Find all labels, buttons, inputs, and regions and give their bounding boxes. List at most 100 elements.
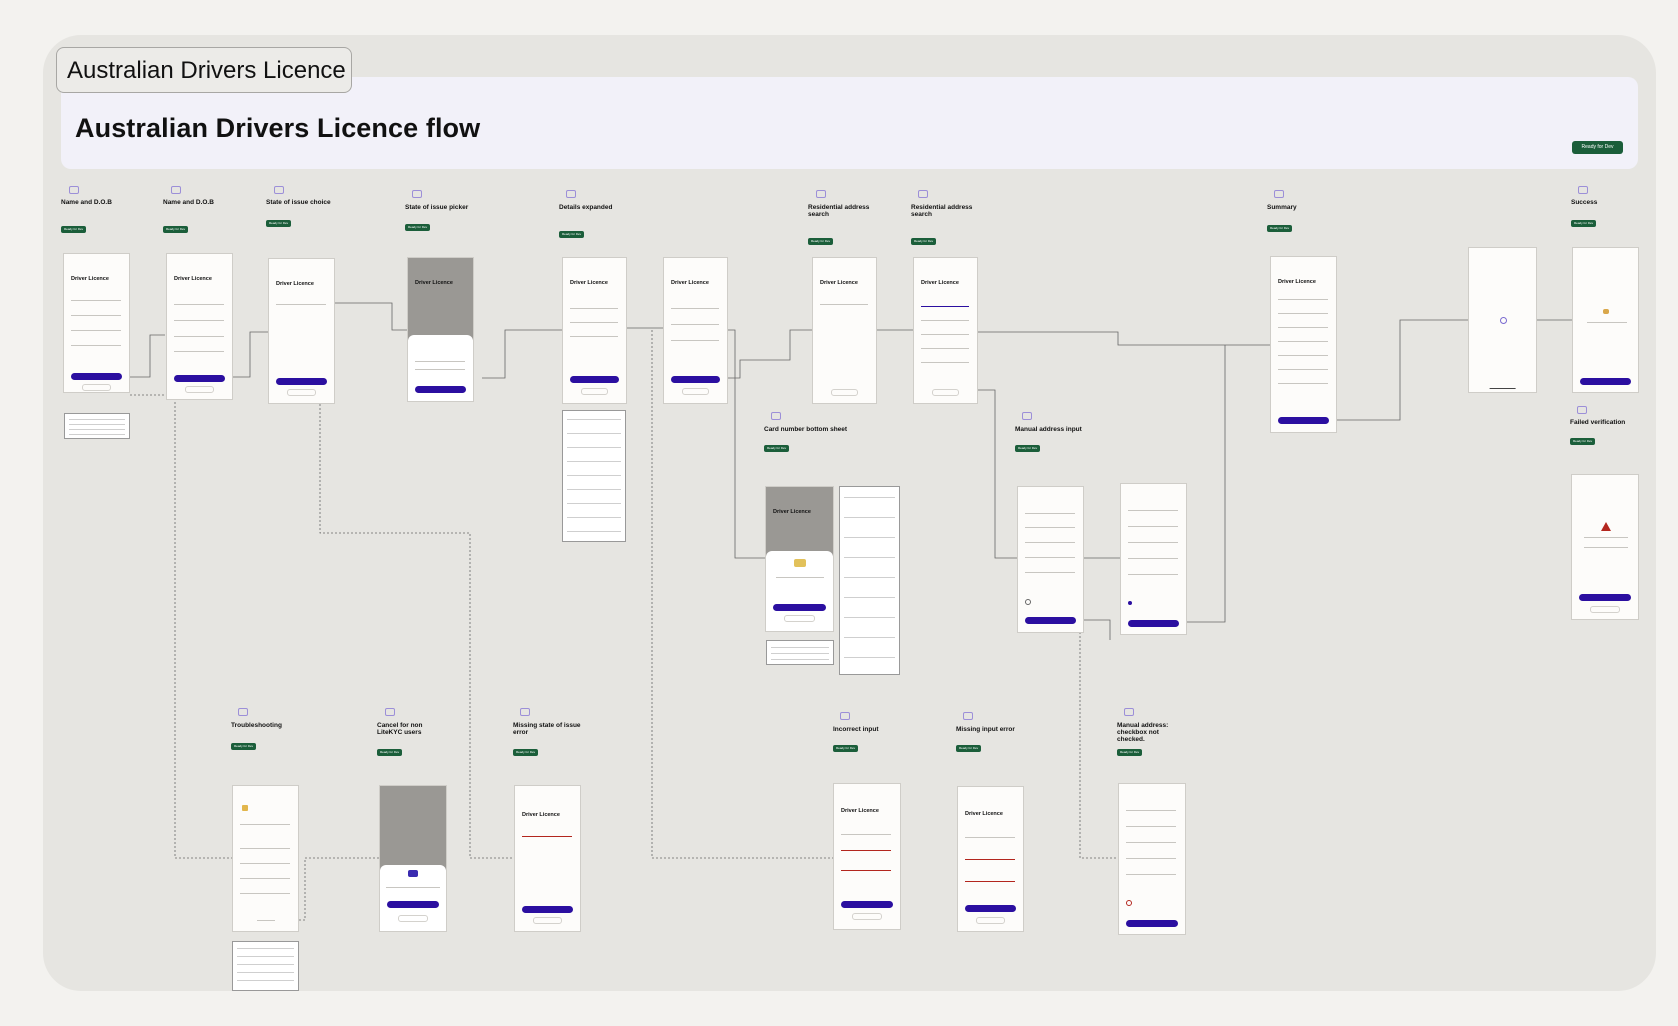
input-field-error[interactable] <box>965 859 1015 860</box>
input-field[interactable] <box>671 324 719 325</box>
help-link[interactable] <box>976 917 1005 924</box>
help-link[interactable] <box>1590 606 1620 613</box>
screen-cancel-non-litekyc[interactable] <box>379 785 447 932</box>
continue-button[interactable] <box>570 376 619 383</box>
screen-failed-verification[interactable] <box>1571 474 1639 620</box>
continue-button[interactable] <box>965 905 1016 912</box>
screen-success[interactable] <box>1572 247 1639 393</box>
done-button[interactable] <box>1128 620 1179 627</box>
screen-address-search-1[interactable]: Driver Licence <box>812 257 877 404</box>
suburb-input[interactable] <box>1128 542 1178 543</box>
confirm-checkbox[interactable] <box>1128 601 1132 605</box>
input-field[interactable] <box>671 308 719 309</box>
screen-name-dob-2[interactable]: Driver Licence <box>166 253 233 400</box>
suburb-input[interactable] <box>1126 842 1176 843</box>
postcode-input[interactable] <box>1025 572 1075 573</box>
skip-link[interactable] <box>398 915 428 922</box>
input-field[interactable] <box>174 351 224 352</box>
input-field[interactable] <box>71 330 121 331</box>
continue-button[interactable] <box>671 376 720 383</box>
cancel-link[interactable] <box>257 920 275 921</box>
help-link[interactable] <box>533 917 562 924</box>
screen-manual-address-unchecked[interactable] <box>1118 783 1186 935</box>
screen-name-dob-1[interactable]: Driver Licence <box>63 253 130 393</box>
input-field-error[interactable] <box>841 850 891 851</box>
help-link[interactable] <box>82 384 111 391</box>
state-dropdown[interactable] <box>522 836 572 837</box>
input-field-error[interactable] <box>965 881 1015 882</box>
continue-button[interactable] <box>276 378 327 385</box>
got-it-button[interactable] <box>773 604 826 611</box>
address-search-input[interactable] <box>921 306 969 307</box>
screen-details-filled[interactable]: Driver Licence <box>663 257 728 404</box>
tip-row[interactable] <box>240 848 290 849</box>
suburb-input[interactable] <box>1025 542 1075 543</box>
go-back-button[interactable] <box>387 901 439 908</box>
help-link[interactable] <box>852 913 882 920</box>
confirm-button[interactable] <box>1278 417 1329 424</box>
help-link[interactable] <box>287 389 316 396</box>
screen-troubleshooting[interactable] <box>232 785 299 932</box>
screen-missing-input-error[interactable]: Driver Licence <box>957 786 1024 932</box>
input-field[interactable] <box>71 300 121 301</box>
continue-button[interactable] <box>174 375 225 382</box>
help-link[interactable] <box>581 388 608 395</box>
input-field[interactable] <box>570 308 618 309</box>
confirm-checkbox[interactable] <box>1025 599 1031 605</box>
cancel-sheet[interactable] <box>380 865 446 931</box>
screen-manual-address[interactable] <box>1017 486 1084 633</box>
state-picker-sheet[interactable] <box>408 335 473 401</box>
screen-summary[interactable]: Driver Licence <box>1270 256 1337 433</box>
picker-option[interactable] <box>415 369 465 370</box>
input-field[interactable] <box>71 345 121 346</box>
input-field-error[interactable] <box>841 870 891 871</box>
input-field[interactable] <box>841 834 891 835</box>
confirm-checkbox[interactable] <box>1126 900 1132 906</box>
input-field[interactable] <box>174 304 224 305</box>
help-link[interactable] <box>682 388 709 395</box>
address-line-input[interactable] <box>1128 526 1178 527</box>
postcode-input[interactable] <box>1126 874 1176 875</box>
screen-details-expanded[interactable]: Driver Licence <box>562 257 627 404</box>
picker-option[interactable] <box>415 361 465 362</box>
done-button[interactable] <box>1580 378 1631 385</box>
address-result[interactable] <box>921 320 969 321</box>
manual-address-link[interactable] <box>831 389 858 396</box>
continue-button[interactable] <box>522 906 573 913</box>
manual-address-link[interactable] <box>932 389 959 396</box>
screen-state-choice[interactable]: Driver Licence <box>268 258 335 404</box>
address-line-input[interactable] <box>1126 826 1176 827</box>
help-link[interactable] <box>185 386 214 393</box>
screen-incorrect-input[interactable]: Driver Licence <box>833 783 901 930</box>
tip-row[interactable] <box>240 863 290 864</box>
tip-row[interactable] <box>240 878 290 879</box>
state-dropdown[interactable] <box>1025 557 1075 558</box>
input-field[interactable] <box>570 336 618 337</box>
select-button[interactable] <box>415 386 466 393</box>
screen-manual-address-filled[interactable] <box>1120 483 1187 635</box>
state-dropdown[interactable] <box>1128 558 1178 559</box>
input-field[interactable] <box>965 837 1015 838</box>
tip-row[interactable] <box>240 893 290 894</box>
done-button[interactable] <box>1025 617 1076 624</box>
continue-button[interactable] <box>71 373 122 380</box>
address-line-input[interactable] <box>1025 513 1075 514</box>
postcode-input[interactable] <box>1128 574 1178 575</box>
address-result[interactable] <box>921 362 969 363</box>
input-field[interactable] <box>570 322 618 323</box>
address-line-input[interactable] <box>1025 527 1075 528</box>
screen-card-number-sheet[interactable]: Driver Licence <box>765 486 834 632</box>
input-field[interactable] <box>671 340 719 341</box>
continue-button[interactable] <box>841 901 893 908</box>
address-line-input[interactable] <box>1128 510 1178 511</box>
input-field[interactable] <box>71 315 121 316</box>
address-result[interactable] <box>921 348 969 349</box>
state-dropdown[interactable] <box>1126 858 1176 859</box>
screen-missing-state-error[interactable]: Driver Licence <box>514 785 581 932</box>
address-search-input[interactable] <box>820 304 868 305</box>
input-field[interactable] <box>174 336 224 337</box>
input-field[interactable] <box>174 320 224 321</box>
state-dropdown[interactable] <box>276 304 326 305</box>
screen-address-search-2[interactable]: Driver Licence <box>913 257 978 404</box>
screen-state-picker[interactable]: Driver Licence <box>407 257 474 402</box>
